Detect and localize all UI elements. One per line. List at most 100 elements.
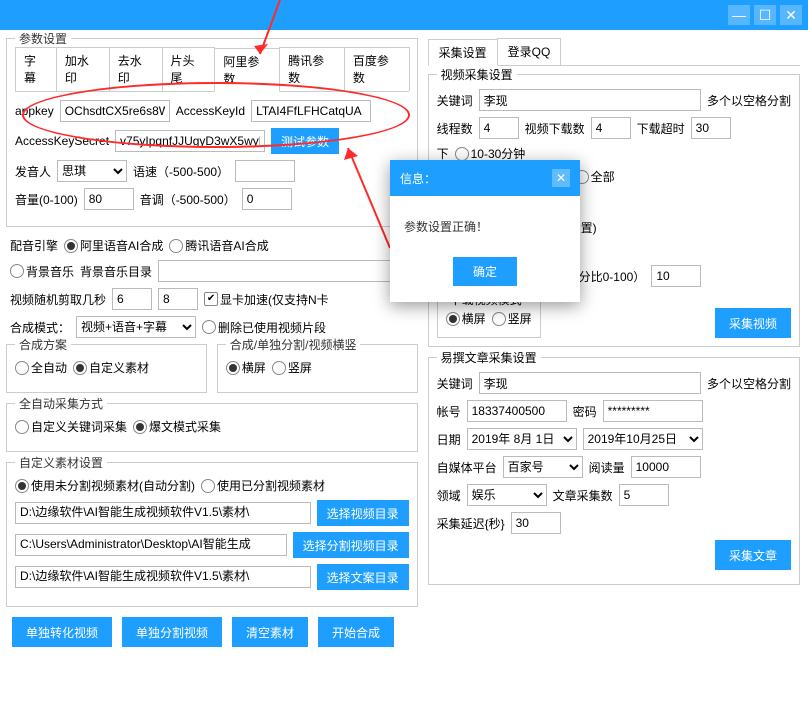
engine-ali-label: 阿里语音AI合成: [80, 237, 163, 254]
orient-v-radio[interactable]: 竖屏: [272, 359, 312, 376]
delete-used-label: 删除已使用视频片段: [218, 319, 326, 336]
password-label: 密码: [573, 403, 597, 420]
reads-input[interactable]: [631, 456, 701, 478]
info-modal: 信息： ✕ 参数设置正确！ 确定: [390, 160, 580, 302]
tab-remove-watermark[interactable]: 去水印: [109, 47, 163, 91]
dlcount-label: 视频下载数: [525, 120, 585, 137]
orient-h-radio[interactable]: 横屏: [226, 359, 266, 376]
randcut-to-input[interactable]: [158, 288, 198, 310]
collect-article-button[interactable]: 采集文章: [715, 540, 791, 570]
orient-title: 合成/单独分割/视频横竖: [226, 336, 361, 353]
split-video-button[interactable]: 单独分割视频: [122, 617, 222, 647]
delay-input[interactable]: [511, 512, 561, 534]
speaker-select[interactable]: 思琪: [57, 160, 127, 182]
select-split-dir-button[interactable]: 选择分割视频目录: [293, 532, 409, 558]
date-to-select[interactable]: 2019年10月25日: [583, 428, 703, 450]
field-select[interactable]: 娱乐: [467, 484, 547, 506]
param-settings-group: 参数设置 字幕 加水印 去水印 片头尾 阿里参数 腾讯参数 百度参数 appke…: [6, 38, 418, 227]
plan-auto-radio[interactable]: 全自动: [15, 359, 67, 376]
gpu-accel-check[interactable]: 显卡加速(仅支持N卡: [204, 291, 329, 308]
video-collect-title: 视频采集设置: [437, 66, 517, 83]
convert-video-button[interactable]: 单独转化视频: [12, 617, 112, 647]
dl-mode-h-label: 横屏: [462, 310, 486, 327]
period-all-radio[interactable]: 全部: [575, 168, 615, 185]
tab-add-watermark[interactable]: 加水印: [56, 47, 110, 91]
bgmusic-dir-input[interactable]: [158, 260, 418, 282]
dl-mode-h-radio[interactable]: 横屏: [446, 310, 486, 327]
right-tabs: 采集设置 登录QQ: [428, 38, 800, 66]
art-kw-input[interactable]: [479, 372, 701, 394]
orient-group: 合成/单独分割/视频横竖 横屏 竖屏: [217, 344, 418, 393]
mat-unsplit-radio[interactable]: 使用未分割视频素材(自动分割): [15, 477, 195, 494]
select-video-dir-button[interactable]: 选择视频目录: [317, 500, 409, 526]
select-text-dir-button[interactable]: 选择文案目录: [317, 564, 409, 590]
password-input[interactable]: [603, 400, 703, 422]
text-dir-path: D:\边缘软件\AI智能生成视频软件V1.5\素材\: [15, 566, 311, 588]
delete-used-radio[interactable]: 删除已使用视频片段: [202, 319, 326, 336]
test-params-button[interactable]: 测试参数: [271, 128, 339, 154]
pitch-input[interactable]: [242, 188, 292, 210]
period-all-label: 全部: [591, 168, 615, 185]
tab-head-tail[interactable]: 片头尾: [162, 47, 216, 91]
tab-ali-params[interactable]: 阿里参数: [214, 48, 280, 92]
crop-ratio-input[interactable]: [651, 265, 701, 287]
threads-input[interactable]: [479, 117, 519, 139]
field-label: 领域: [437, 487, 461, 504]
speed-label: 语速（-500-500）: [133, 163, 229, 180]
engine-tencent-radio[interactable]: 腾讯语音AI合成: [169, 237, 268, 254]
dl-mode-group: 下载视频模式 横屏 竖屏: [437, 299, 541, 338]
auto-kw-radio[interactable]: 自定义关键词采集: [15, 418, 127, 435]
modal-ok-button[interactable]: 确定: [453, 257, 517, 286]
param-settings-title: 参数设置: [15, 30, 71, 47]
tab-collect-settings[interactable]: 采集设置: [428, 39, 498, 66]
accesskeysecret-input[interactable]: [115, 130, 265, 152]
randcut-label: 视频随机剪取几秒: [10, 291, 106, 308]
platform-label: 自媒体平台: [437, 459, 497, 476]
speed-input[interactable]: [235, 160, 295, 182]
close-button[interactable]: ✕: [780, 5, 802, 25]
dl-mode-v-label: 竖屏: [508, 310, 532, 327]
delay-label: 采集延迟{秒}: [437, 515, 505, 532]
engine-ali-radio[interactable]: 阿里语音AI合成: [64, 237, 163, 254]
art-count-input[interactable]: [619, 484, 669, 506]
modal-header: 信息： ✕: [390, 160, 580, 196]
article-collect-group: 易撰文章采集设置 关键词 多个以空格分割 帐号 密码 日期 2019年 8月 1…: [428, 357, 800, 585]
volume-label: 音量(0-100): [15, 191, 78, 208]
randcut-from-input[interactable]: [112, 288, 152, 310]
vkw-input[interactable]: [479, 89, 701, 111]
plan-custom-radio[interactable]: 自定义素材: [73, 359, 149, 376]
start-compose-button[interactable]: 开始合成: [318, 617, 394, 647]
compose-mode-select[interactable]: 视频+语音+字幕: [76, 316, 196, 338]
date-label: 日期: [437, 431, 461, 448]
appkey-input[interactable]: [60, 100, 170, 122]
modal-body-text: 参数设置正确！: [390, 196, 580, 257]
clear-material-button[interactable]: 清空素材: [232, 617, 308, 647]
tab-baidu-params[interactable]: 百度参数: [344, 47, 410, 91]
minimize-button[interactable]: —: [728, 5, 750, 25]
volume-input[interactable]: [84, 188, 134, 210]
mat-split-label: 使用已分割视频素材: [217, 477, 325, 494]
plan-auto-label: 全自动: [31, 359, 67, 376]
auto-hot-radio[interactable]: 爆文模式采集: [133, 418, 221, 435]
tab-tencent-params[interactable]: 腾讯参数: [279, 47, 345, 91]
dl-mode-v-radio[interactable]: 竖屏: [492, 310, 532, 327]
mat-split-radio[interactable]: 使用已分割视频素材: [201, 477, 325, 494]
account-input[interactable]: [467, 400, 567, 422]
maximize-button[interactable]: ☐: [754, 5, 776, 25]
window-titlebar: — ☐ ✕: [0, 0, 808, 30]
article-collect-title: 易撰文章采集设置: [437, 349, 541, 366]
bgmusic-radio[interactable]: 背景音乐: [10, 263, 74, 280]
art-count-label: 文章采集数: [553, 487, 613, 504]
date-from-select[interactable]: 2019年 8月 1日: [467, 428, 577, 450]
modal-close-button[interactable]: ✕: [552, 169, 570, 187]
dlcount-input[interactable]: [591, 117, 631, 139]
collect-video-button[interactable]: 采集视频: [715, 308, 791, 338]
tab-login-qq[interactable]: 登录QQ: [497, 38, 562, 65]
platform-select[interactable]: 百家号: [503, 456, 583, 478]
plan-custom-label: 自定义素材: [89, 359, 149, 376]
timeout-input[interactable]: [691, 117, 731, 139]
accesskeyid-label: AccessKeyId: [176, 104, 245, 118]
tab-subtitle[interactable]: 字幕: [15, 47, 57, 91]
material-group: 自定义素材设置 使用未分割视频素材(自动分割) 使用已分割视频素材 D:\边缘软…: [6, 462, 418, 607]
accesskeyid-input[interactable]: [251, 100, 371, 122]
